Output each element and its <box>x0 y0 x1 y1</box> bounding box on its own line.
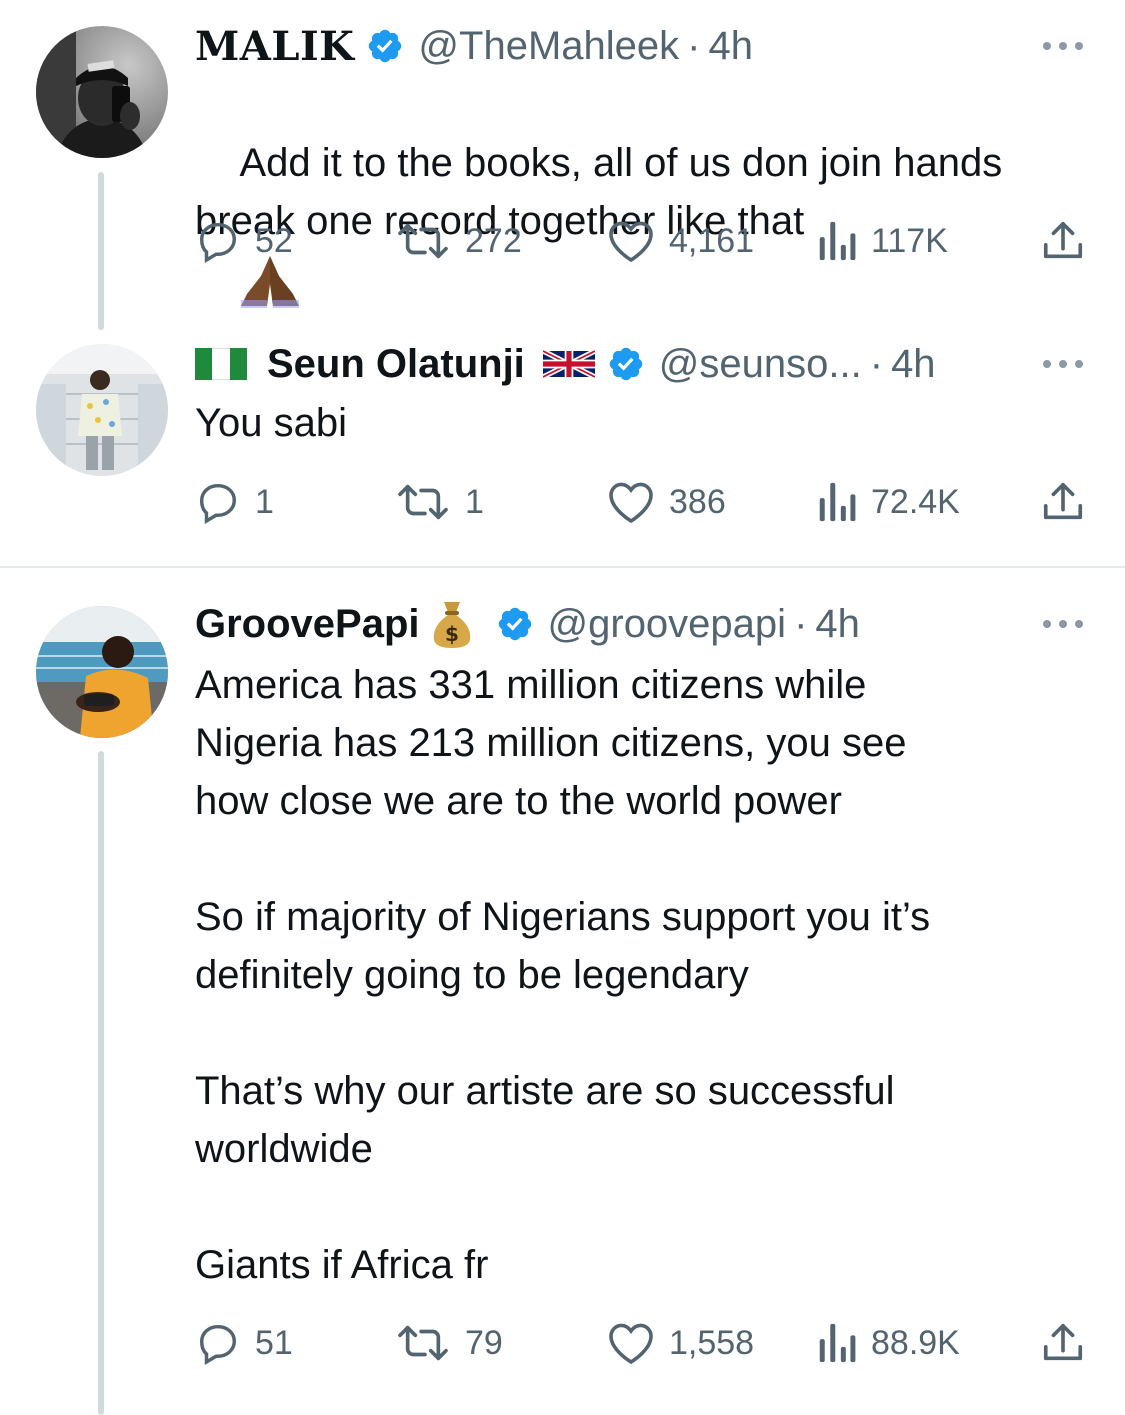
display-name[interactable]: GroovePapi <box>195 602 420 647</box>
share-icon <box>1043 482 1083 520</box>
retweet-button[interactable]: 1 <box>395 477 484 527</box>
handle[interactable]: @TheMahleek <box>418 24 679 69</box>
reply-count: 51 <box>255 1323 293 1362</box>
retweet-count: 1 <box>465 482 484 521</box>
reply-button[interactable]: 51 <box>195 1318 293 1368</box>
retweet-icon <box>398 1325 448 1361</box>
verified-badge-icon[interactable] <box>607 345 645 383</box>
reply-count: 52 <box>255 221 293 260</box>
analytics-icon <box>819 1323 856 1363</box>
separator-dot: · <box>687 23 701 68</box>
reply-icon <box>199 483 237 525</box>
tweet-actions: 51 79 1,558 88.9K <box>195 1318 1090 1368</box>
like-button[interactable]: 4,161 <box>607 216 754 266</box>
views-count: 72.4K <box>871 482 960 521</box>
thread-line <box>98 172 104 330</box>
like-count: 386 <box>669 482 726 521</box>
retweet-count: 272 <box>465 221 522 260</box>
avatar[interactable] <box>36 344 168 476</box>
views-count: 117K <box>871 221 948 260</box>
handle[interactable]: @groovepapi <box>548 602 787 647</box>
more-options-button[interactable] <box>1041 18 1085 74</box>
svg-text:$: $ <box>445 622 459 646</box>
timestamp[interactable]: 4h <box>815 602 860 647</box>
nigeria-flag-icon <box>195 348 247 380</box>
tweet-seun[interactable]: Seun Olatunji @seunso... · 4h You sabi 1… <box>0 330 1125 566</box>
tweet-malik[interactable]: MALIK @TheMahleek · 4h Add it to the boo… <box>0 0 1125 330</box>
views-count: 88.9K <box>871 1323 960 1362</box>
retweet-icon <box>398 484 448 520</box>
heart-icon <box>609 221 653 263</box>
separator-dot: · <box>794 601 808 646</box>
more-icon <box>1043 620 1083 628</box>
verified-badge-icon[interactable] <box>496 605 534 643</box>
views-button[interactable]: 117K <box>817 216 948 266</box>
tweet-actions: 1 1 386 72.4K <box>195 477 1090 527</box>
share-button[interactable] <box>1040 1318 1086 1368</box>
retweet-icon <box>398 223 448 259</box>
share-icon <box>1043 1323 1083 1361</box>
more-options-button[interactable] <box>1041 336 1085 392</box>
share-button[interactable] <box>1040 216 1086 266</box>
tweet-text: You sabi <box>195 401 347 445</box>
reply-count: 1 <box>255 482 274 521</box>
reply-icon <box>199 222 237 264</box>
thread-line <box>98 751 104 1415</box>
heart-icon <box>609 1323 653 1365</box>
reply-button[interactable]: 52 <box>195 216 293 266</box>
like-count: 4,161 <box>669 221 755 260</box>
views-button[interactable]: 72.4K <box>817 477 960 527</box>
money-bag-icon: $ <box>433 602 470 648</box>
more-icon <box>1043 360 1083 368</box>
tweet-header: Seun Olatunji @seunso... · 4h <box>195 336 1085 392</box>
share-icon <box>1043 221 1083 259</box>
retweet-count: 79 <box>465 1323 503 1362</box>
separator-dot: · <box>869 341 884 386</box>
avatar[interactable] <box>36 26 168 158</box>
heart-icon <box>609 482 653 524</box>
timestamp[interactable]: 4h <box>708 24 753 69</box>
display-name[interactable]: Seun Olatunji <box>267 342 525 387</box>
reply-icon <box>199 1324 237 1366</box>
tweet-header: GroovePapi $ @groovepapi · 4h <box>195 596 1085 652</box>
tweet-text: America has 331 million citizens while N… <box>195 663 931 1287</box>
more-icon <box>1043 42 1083 50</box>
tweet-actions: 52 272 4,161 117K <box>195 216 1090 266</box>
like-count: 1,558 <box>669 1323 755 1362</box>
handle[interactable]: @seunso... <box>659 342 862 387</box>
analytics-icon <box>819 482 856 522</box>
tweet-header: MALIK @TheMahleek · 4h <box>195 18 1085 74</box>
verified-badge-icon[interactable] <box>366 27 404 65</box>
reply-button[interactable]: 1 <box>195 477 274 527</box>
like-button[interactable]: 1,558 <box>607 1318 754 1368</box>
timestamp[interactable]: 4h <box>891 342 936 387</box>
display-name[interactable]: MALIK <box>195 23 354 70</box>
like-button[interactable]: 386 <box>607 477 726 527</box>
avatar[interactable] <box>36 606 168 738</box>
views-button[interactable]: 88.9K <box>817 1318 960 1368</box>
retweet-button[interactable]: 272 <box>395 216 522 266</box>
tweet-groovepapi[interactable]: GroovePapi $ @groovepapi · 4h America ha… <box>0 568 1125 1415</box>
more-options-button[interactable] <box>1041 596 1085 652</box>
uk-flag-icon <box>542 348 595 380</box>
share-button[interactable] <box>1040 477 1086 527</box>
retweet-button[interactable]: 79 <box>395 1318 503 1368</box>
analytics-icon <box>819 221 856 261</box>
